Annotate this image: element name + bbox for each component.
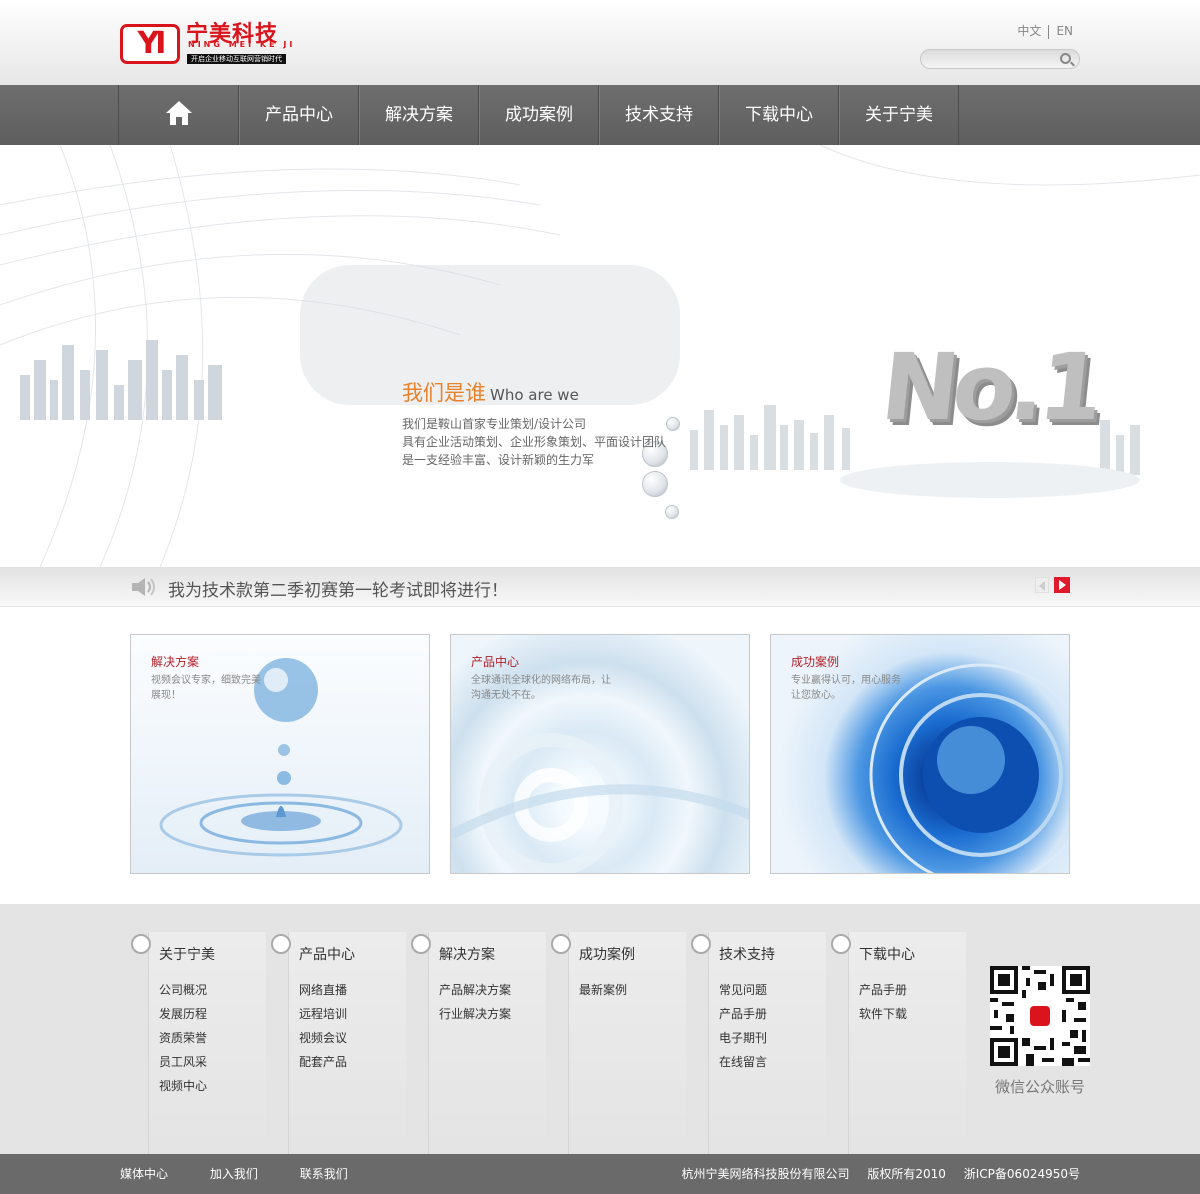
main-nav: 产品中心 解决方案 成功案例 技术支持 下载中心 关于宁美 bbox=[0, 85, 1200, 145]
no1-graphic: No.1 bbox=[876, 334, 1103, 441]
nav-support[interactable]: 技术支持 bbox=[599, 85, 719, 145]
tools-icon bbox=[411, 934, 431, 954]
footer-link[interactable]: 产品手册 bbox=[859, 978, 907, 1002]
download-icon bbox=[831, 934, 851, 954]
footer-link[interactable]: 产品手册 bbox=[719, 1002, 767, 1026]
product-icon bbox=[271, 934, 291, 954]
card-title: 解决方案 bbox=[151, 655, 200, 669]
who-title-en: Who are we bbox=[490, 386, 579, 404]
document-icon bbox=[551, 934, 571, 954]
footer-link[interactable]: 配套产品 bbox=[299, 1050, 347, 1074]
house-icon bbox=[131, 934, 151, 954]
search-input[interactable] bbox=[929, 50, 1059, 68]
home-icon bbox=[165, 101, 192, 125]
card-title: 产品中心 bbox=[471, 655, 520, 669]
footer-column-title[interactable]: 技术支持 bbox=[719, 944, 775, 964]
speaker-icon bbox=[132, 578, 155, 596]
footer-column-solutions: 解决方案 产品解决方案 行业解决方案 bbox=[411, 932, 546, 1154]
who-description: 我们是鞍山首家专业策划/设计公司 具有企业活动策划、企业形象策划、平面设计团队 … bbox=[402, 415, 666, 469]
who-are-we: 我们是谁 Who are we 我们是鞍山首家专业策划/设计公司 具有企业活动策划… bbox=[402, 377, 666, 469]
footer-column-title[interactable]: 解决方案 bbox=[439, 944, 495, 964]
notice-next-button[interactable] bbox=[1054, 577, 1070, 593]
logo-slogan: 开启企业移动互联网营销时代 bbox=[187, 54, 286, 64]
lang-zh-link[interactable]: 中文 bbox=[1010, 22, 1048, 39]
header: YI 宁美科技 NING MEI KE JI 开启企业移动互联网营销时代 中文 E… bbox=[0, 0, 1200, 85]
card-description: 专业赢得认可，用心服务让您放心。 bbox=[791, 675, 901, 701]
who-line: 我们是鞍山首家专业策划/设计公司 bbox=[402, 417, 587, 431]
footer-column-support: 技术支持 常见问题 产品手册 电子期刊 在线留言 bbox=[691, 932, 826, 1154]
footer-column-title[interactable]: 下载中心 bbox=[859, 944, 915, 964]
wechat-qr-code bbox=[990, 966, 1090, 1066]
gear-icon bbox=[691, 934, 711, 954]
footer-link[interactable]: 产品解决方案 bbox=[439, 978, 511, 1002]
card-cases[interactable]: 成功案例 专业赢得认可，用心服务让您放心。 bbox=[770, 634, 1070, 874]
who-title: 我们是谁 Who are we bbox=[402, 377, 666, 407]
footer-column-title[interactable]: 产品中心 bbox=[299, 944, 355, 964]
footer-link[interactable]: 员工风采 bbox=[159, 1050, 207, 1074]
copyright: 杭州宁美网络科技股份有限公司 版权所有2010 浙ICP备06024950号 bbox=[668, 1154, 1080, 1194]
company-name: 杭州宁美网络科技股份有限公司 bbox=[681, 1167, 850, 1181]
nav-products[interactable]: 产品中心 bbox=[239, 85, 359, 145]
nav-solutions[interactable]: 解决方案 bbox=[359, 85, 479, 145]
bubble-decoration bbox=[665, 505, 679, 519]
nav-home[interactable] bbox=[119, 85, 239, 145]
footer-link[interactable]: 资质荣誉 bbox=[159, 1026, 207, 1050]
footer-column-download: 下载中心 产品手册 软件下载 bbox=[831, 932, 966, 1154]
notice-prev-button[interactable] bbox=[1035, 577, 1049, 593]
rights-text: 版权所有2010 bbox=[867, 1167, 946, 1181]
footer-link[interactable]: 发展历程 bbox=[159, 1002, 207, 1026]
card-description: 视频会议专家，细致完美展现！ bbox=[151, 675, 261, 701]
bottom-link-join[interactable]: 加入我们 bbox=[210, 1167, 258, 1181]
notice-text[interactable]: 我为技术款第二季初赛第一轮考试即将进行！ bbox=[168, 576, 508, 601]
page: YI 宁美科技 NING MEI KE JI 开启企业移动互联网营销时代 中文 E… bbox=[0, 0, 1200, 1194]
footer-link[interactable]: 视频会议 bbox=[299, 1026, 347, 1050]
footer-link[interactable]: 行业解决方案 bbox=[439, 1002, 511, 1026]
footer-link[interactable]: 网络直播 bbox=[299, 978, 347, 1002]
card-description: 全球通讯全球化的网络布局，让沟通无处不在。 bbox=[471, 675, 611, 701]
who-line: 具有企业活动策划、企业形象策划、平面设计团队 bbox=[402, 435, 667, 449]
bottom-links: 媒体中心 加入我们 联系我们 bbox=[120, 1154, 386, 1194]
footer-link[interactable]: 电子期刊 bbox=[719, 1026, 767, 1050]
water-drop-image bbox=[159, 658, 403, 857]
nav-download[interactable]: 下载中心 bbox=[719, 85, 839, 145]
bubble-decoration bbox=[642, 471, 668, 497]
bottom-link-contact[interactable]: 联系我们 bbox=[300, 1167, 348, 1181]
language-switch: 中文 EN bbox=[1010, 22, 1080, 39]
footer-link[interactable]: 公司概况 bbox=[159, 978, 207, 1002]
lang-en-link[interactable]: EN bbox=[1049, 24, 1080, 38]
footer-link[interactable]: 常见问题 bbox=[719, 978, 767, 1002]
globe-image bbox=[869, 663, 1069, 873]
qr-code-label: 微信公众账号 bbox=[994, 1078, 1085, 1096]
footer-column-about: 关于宁美 公司概况 发展历程 资质荣誉 员工风采 视频中心 bbox=[131, 932, 266, 1154]
footer-column-title[interactable]: 关于宁美 bbox=[159, 944, 215, 964]
who-title-cn: 我们是谁 bbox=[402, 381, 486, 405]
logo-mark: YI bbox=[120, 24, 180, 64]
footer-column-title[interactable]: 成功案例 bbox=[579, 944, 635, 964]
bubble-decoration bbox=[666, 417, 680, 431]
notice-bar: 我为技术款第二季初赛第一轮考试即将进行！ bbox=[0, 567, 1200, 607]
bottom-link-media[interactable]: 媒体中心 bbox=[120, 1167, 168, 1181]
who-line: 是一支经验丰富、设计新颖的生力军 bbox=[402, 453, 595, 467]
footer-column-cases: 成功案例 最新案例 bbox=[551, 932, 686, 1154]
footer-link[interactable]: 远程培训 bbox=[299, 1002, 347, 1026]
search-box bbox=[920, 49, 1080, 69]
logo-text-en: NING MEI KE JI bbox=[188, 40, 296, 49]
footer-link[interactable]: 最新案例 bbox=[579, 978, 627, 1002]
card-products[interactable]: 产品中心 全球通讯全球化的网络布局，让沟通无处不在。 bbox=[450, 634, 750, 874]
footer-link[interactable]: 软件下载 bbox=[859, 1002, 907, 1026]
nav-about[interactable]: 关于宁美 bbox=[839, 85, 959, 145]
footer-column-products: 产品中心 网络直播 远程培训 视频会议 配套产品 bbox=[271, 932, 406, 1154]
hero-banner: No.1 我们是谁 Who are we 我们是鞍山首家专业策划/设计公司 具有企… bbox=[0, 145, 1200, 567]
logo[interactable]: YI 宁美科技 NING MEI KE JI 开启企业移动互联网营销时代 bbox=[120, 22, 300, 66]
search-icon[interactable] bbox=[1060, 53, 1071, 64]
icp-number[interactable]: 浙ICP备06024950号 bbox=[964, 1167, 1080, 1181]
footer-link[interactable]: 视频中心 bbox=[159, 1074, 207, 1098]
card-title: 成功案例 bbox=[791, 655, 840, 669]
rings-image bbox=[451, 733, 749, 873]
footer-link[interactable]: 在线留言 bbox=[719, 1050, 767, 1074]
bottom-bar: 媒体中心 加入我们 联系我们 杭州宁美网络科技股份有限公司 版权所有2010 浙… bbox=[0, 1154, 1200, 1194]
nav-cases[interactable]: 成功案例 bbox=[479, 85, 599, 145]
card-solutions[interactable]: 解决方案 视频会议专家，细致完美展现！ bbox=[130, 634, 430, 874]
